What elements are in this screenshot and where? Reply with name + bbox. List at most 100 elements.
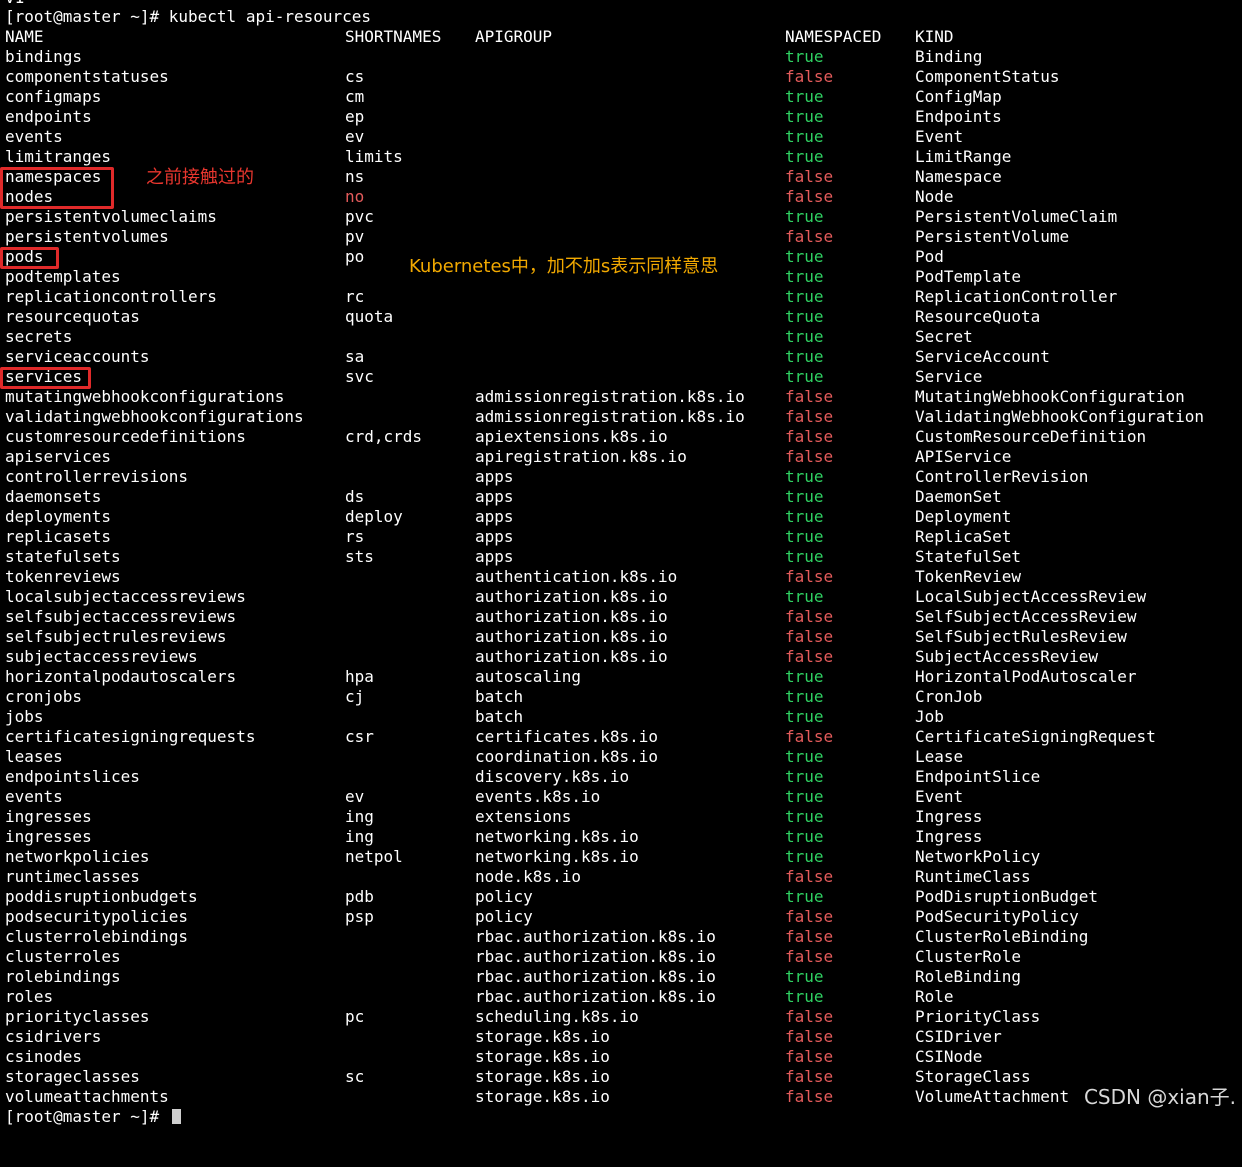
row-namespaced: false — [785, 647, 834, 666]
row-name: customresourcedefinitions — [5, 427, 246, 446]
row-namespaced: true — [785, 127, 824, 146]
row-name: deployments — [5, 507, 111, 526]
row-apigroup: discovery.k8s.io — [475, 767, 630, 786]
row-shortnames: cs — [345, 67, 365, 86]
row-name: replicationcontrollers — [5, 287, 217, 306]
row-name: clusterrolebindings — [5, 927, 189, 946]
row-kind: StorageClass — [915, 1067, 1031, 1086]
row-kind: RuntimeClass — [915, 867, 1031, 886]
row-namespaced: false — [785, 407, 834, 426]
row-shortnames: limits — [345, 147, 403, 166]
row-name: podsecuritypolicies — [5, 907, 189, 926]
row-name: rolebindings — [5, 967, 121, 986]
row-apigroup: apiextensions.k8s.io — [475, 427, 668, 446]
row-name: subjectaccessreviews — [5, 647, 198, 666]
row-apigroup: authorization.k8s.io — [475, 647, 668, 666]
row-name: csidrivers — [5, 1027, 102, 1046]
row-name: statefulsets — [5, 547, 121, 566]
row-namespaced: true — [785, 307, 824, 326]
row-shortnames: rs — [345, 527, 365, 546]
row-apigroup: storage.k8s.io — [475, 1047, 610, 1066]
row-name: endpoints — [5, 107, 92, 126]
row-name: priorityclasses — [5, 1007, 150, 1026]
row-namespaced: true — [785, 967, 824, 986]
row-shortnames: no — [345, 187, 365, 206]
row-namespaced: false — [785, 67, 834, 86]
row-kind: EndpointSlice — [915, 767, 1041, 786]
row-kind: Service — [915, 367, 983, 386]
row-shortnames: crd,crds — [345, 427, 423, 446]
row-name: tokenreviews — [5, 567, 121, 586]
row-name: csinodes — [5, 1047, 83, 1066]
row-kind: Event — [915, 127, 964, 146]
row-apigroup: rbac.authorization.k8s.io — [475, 967, 716, 986]
row-kind: ReplicaSet — [915, 527, 1012, 546]
row-kind: PriorityClass — [915, 1007, 1041, 1026]
row-kind: APIService — [915, 447, 1012, 466]
row-shortnames: ns — [345, 167, 365, 186]
row-kind: Binding — [915, 47, 983, 66]
row-apigroup: authentication.k8s.io — [475, 567, 678, 586]
row-apigroup: authorization.k8s.io — [475, 627, 668, 646]
row-name: secrets — [5, 327, 73, 346]
row-apigroup: authorization.k8s.io — [475, 607, 668, 626]
row-kind: VolumeAttachment — [915, 1087, 1070, 1106]
row-apigroup: authorization.k8s.io — [475, 587, 668, 606]
row-name: networkpolicies — [5, 847, 150, 866]
row-apigroup: storage.k8s.io — [475, 1027, 610, 1046]
row-apigroup: admissionregistration.k8s.io — [475, 387, 745, 406]
row-kind: ComponentStatus — [915, 67, 1060, 86]
row-shortnames: ing — [345, 827, 374, 846]
row-kind: Event — [915, 787, 964, 806]
row-namespaced: true — [785, 767, 824, 786]
row-kind: Lease — [915, 747, 964, 766]
row-kind: CustomResourceDefinition — [915, 427, 1147, 446]
row-apigroup: policy — [475, 887, 533, 906]
header-kind: KIND — [915, 27, 954, 46]
row-kind: DaemonSet — [915, 487, 1002, 506]
row-namespaced: true — [785, 687, 824, 706]
row-name: cronjobs — [5, 687, 83, 706]
row-name: selfsubjectrulesreviews — [5, 627, 227, 646]
row-apigroup: storage.k8s.io — [475, 1067, 610, 1086]
row-kind: Ingress — [915, 807, 983, 826]
row-name: configmaps — [5, 87, 102, 106]
row-kind: SubjectAccessReview — [915, 647, 1099, 666]
command-text: [root@master ~]# kubectl api-resources — [5, 7, 372, 26]
row-namespaced: false — [785, 1027, 834, 1046]
row-apigroup: node.k8s.io — [475, 867, 581, 886]
row-namespaced: true — [785, 327, 824, 346]
row-namespaced: true — [785, 887, 824, 906]
row-kind: CertificateSigningRequest — [915, 727, 1156, 746]
row-shortnames: ev — [345, 127, 365, 146]
row-apigroup: rbac.authorization.k8s.io — [475, 927, 716, 946]
row-namespaced: true — [785, 667, 824, 686]
row-shortnames: pvc — [345, 207, 374, 226]
row-kind: Job — [915, 707, 944, 726]
header-namespaced: NAMESPACED — [785, 27, 882, 46]
row-kind: ValidatingWebhookConfiguration — [915, 407, 1204, 426]
row-kind: StatefulSet — [915, 547, 1021, 566]
row-kind: ClusterRole — [915, 947, 1021, 966]
row-namespaced: true — [785, 547, 824, 566]
row-kind: PersistentVolume — [915, 227, 1070, 246]
row-apigroup: apiregistration.k8s.io — [475, 447, 687, 466]
row-apigroup: autoscaling — [475, 667, 581, 686]
row-kind: LocalSubjectAccessReview — [915, 587, 1147, 606]
row-kind: PodTemplate — [915, 267, 1021, 286]
row-name: apiservices — [5, 447, 111, 466]
row-namespaced: false — [785, 227, 834, 246]
row-shortnames: rc — [345, 287, 365, 306]
row-name: certificatesigningrequests — [5, 727, 256, 746]
row-name: runtimeclasses — [5, 867, 140, 886]
row-apigroup: apps — [475, 507, 514, 526]
row-shortnames: hpa — [345, 667, 374, 686]
row-apigroup: apps — [475, 527, 514, 546]
row-name: poddisruptionbudgets — [5, 887, 198, 906]
row-name: persistentvolumeclaims — [5, 207, 217, 226]
row-kind: Namespace — [915, 167, 1002, 186]
row-shortnames: ds — [345, 487, 365, 506]
row-kind: PodSecurityPolicy — [915, 907, 1079, 926]
row-name: jobs — [5, 707, 44, 726]
row-namespaced: true — [785, 707, 824, 726]
